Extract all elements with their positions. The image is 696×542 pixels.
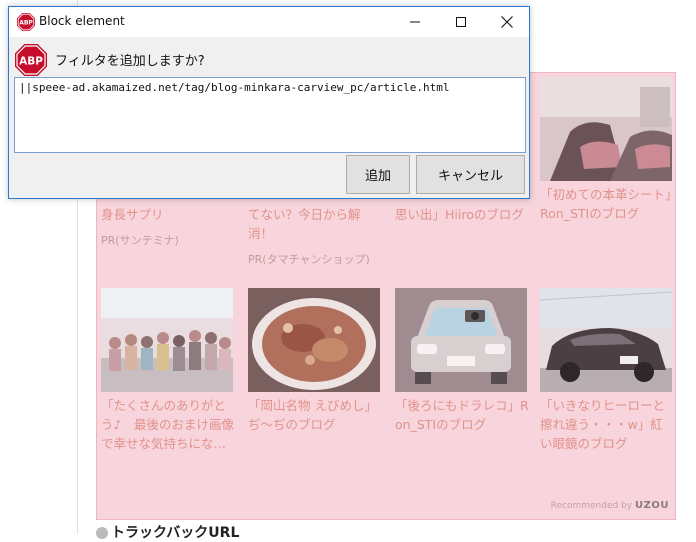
car-interior-image [540,77,672,181]
group-photo-image [101,288,233,392]
ad-sponsor: PR(サンテミナ) [101,234,179,247]
uzou-logo: UZOU [635,500,669,511]
svg-text:ABP: ABP [19,56,43,68]
ad-title[interactable]: てない？今日から解消！ [248,205,382,243]
ad-title[interactable]: 思い出」Hiiroのブログ [395,205,529,224]
ad-title[interactable]: 身長サプリ [101,205,235,224]
ad-sponsor: PR(タマチャンショップ) [248,253,370,266]
ad-card[interactable]: 「初めての本革シート」Ron_STIのブログ [540,77,674,223]
ad-image [101,288,233,392]
adblock-plus-logo-icon: ABP [15,44,47,76]
ad-title[interactable]: 「岡山名物 えびめし」ぢ〜ぢのブログ [248,396,382,434]
ad-card[interactable]: 「岡山名物 えびめし」ぢ〜ぢのブログ [248,288,382,434]
ad-card[interactable]: 「いきなりヒーローと擦れ違う・・・w」紅い眼鏡のブログ [540,288,674,453]
close-icon [501,16,513,28]
trackback-heading: トラックバックURL [96,522,239,542]
block-element-dialog: ABP Block element ABP フィルタを追加しますか? ||spe… [8,6,530,199]
ad-image [248,288,380,392]
svg-text:ABP: ABP [19,20,33,27]
minimize-button[interactable] [392,7,438,37]
ad-card[interactable]: 「たくさんのありがとう♪ 最後のおまけ画像で幸せな気持ちにな… [101,288,235,453]
ad-title[interactable]: 「初めての本革シート」Ron_STIのブログ [540,185,674,223]
adblock-plus-icon: ABP [17,13,35,31]
ad-title[interactable]: 「たくさんのありがとう♪ 最後のおまけ画像で幸せな気持ちにな… [101,396,235,453]
close-button[interactable] [484,7,530,37]
ad-title[interactable]: 「後ろにもドラレコ」Ron_STIのブログ [395,396,529,434]
dialog-titlebar[interactable]: ABP Block element [9,7,529,37]
dialog-body: ABP フィルタを追加しますか? ||speee-ad.akamaized.ne… [9,37,529,198]
dialog-title: Block element [39,14,125,28]
food-dish-image [248,288,380,392]
cancel-button[interactable]: キャンセル [416,155,525,194]
dark-car-image [540,288,672,392]
dialog-question: フィルタを追加しますか? [55,54,205,69]
ad-image [395,288,527,392]
trackback-label: トラックバックURL [111,525,240,541]
ad-image [540,77,672,181]
maximize-icon [456,17,466,27]
recommended-by: Recommended by UZOU [551,500,669,511]
ad-title[interactable]: 「いきなりヒーローと擦れ違う・・・w」紅い眼鏡のブログ [540,396,674,453]
minimize-icon [410,21,420,23]
bullet-icon [96,527,108,539]
add-button[interactable]: 追加 [346,155,410,194]
ad-card[interactable]: 「後ろにもドラレコ」Ron_STIのブログ [395,288,529,434]
recommended-label: Recommended by [550,501,633,511]
car-dashcam-illustration [395,288,527,392]
maximize-button[interactable] [438,7,484,37]
filter-textarea[interactable]: ||speee-ad.akamaized.net/tag/blog-minkar… [14,77,526,153]
ad-image [540,288,672,392]
